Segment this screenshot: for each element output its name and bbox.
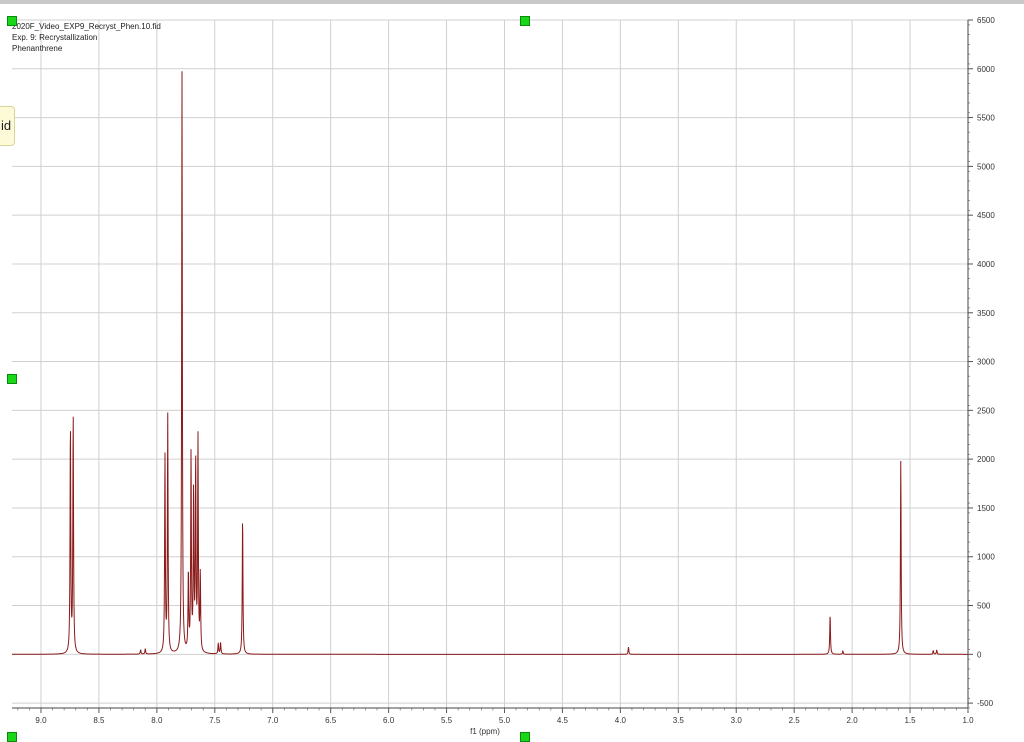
peak-point <box>197 441 198 442</box>
x-tick-label: 8.0 <box>151 716 163 725</box>
y-tick-label: 6500 <box>977 16 995 25</box>
x-tick-label: 9.0 <box>35 716 47 725</box>
x-tick-label: 4.5 <box>557 716 569 725</box>
x-tick-label: 2.0 <box>847 716 859 725</box>
x-tick-label: 8.5 <box>93 716 105 725</box>
y-tick-label: 1000 <box>977 553 995 562</box>
peak-point <box>181 72 182 73</box>
peak-point <box>200 577 201 578</box>
peak-point <box>218 643 219 644</box>
y-tick-label: 500 <box>977 602 991 611</box>
experiment-label: Exp. 9: Recrystallization <box>12 33 98 42</box>
peak-point <box>164 456 165 457</box>
peak-point <box>933 650 934 651</box>
x-tick-label: 3.0 <box>731 716 743 725</box>
x-tick-label: 1.5 <box>904 716 916 725</box>
x-tick-label: 3.5 <box>673 716 685 725</box>
x-tick-label: 5.5 <box>441 716 453 725</box>
x-axis-label: f1 (ppm) <box>470 727 500 736</box>
filename-label: 2020F_Video_EXP9_Recryst_Phen.10.fid <box>12 22 161 31</box>
y-tick-label: 2000 <box>977 455 995 464</box>
x-tick-label: 6.5 <box>325 716 337 725</box>
resize-handle-top-center[interactable] <box>520 16 530 26</box>
peak-point <box>830 614 831 615</box>
y-tick-label: -500 <box>977 699 994 708</box>
x-tick-label: 7.0 <box>267 716 279 725</box>
y-tick-label: 6000 <box>977 65 995 74</box>
y-tick-label: 5000 <box>977 162 995 171</box>
peak-point <box>242 515 243 516</box>
x-tick-label: 4.0 <box>615 716 627 725</box>
nmr-spectrum-plot: -500 0 500 1000 1500 2000 2500 3000 3500 4000 4500… <box>12 16 995 736</box>
side-panel-tab-label: id <box>1 118 12 133</box>
peak-point <box>70 424 71 425</box>
resize-handle-bottom-center[interactable] <box>520 732 530 742</box>
spectrum-trace <box>12 71 968 655</box>
spectrum-title-block: 2020F_Video_EXP9_Recryst_Phen.10.fid Exp… <box>12 21 161 54</box>
peak-point <box>220 642 221 643</box>
y-tick-label: 5500 <box>977 114 995 123</box>
peak-point <box>195 463 196 464</box>
x-tick-label: 1.0 <box>962 716 974 725</box>
y-tick-label: 4500 <box>977 211 995 220</box>
x-tick-label: 5.0 <box>499 716 511 725</box>
y-tick-label: 1500 <box>977 504 995 513</box>
peak-point <box>73 415 74 416</box>
y-tick-label: 0 <box>977 650 982 659</box>
peak-point <box>900 459 901 460</box>
x-tick-label: 6.0 <box>383 716 395 725</box>
resize-handle-middle-left[interactable] <box>7 374 17 384</box>
peak-point <box>145 648 146 649</box>
peak-point <box>140 649 141 650</box>
y-tick-label: 2500 <box>977 406 995 415</box>
resize-handle-bottom-left[interactable] <box>7 732 17 742</box>
peak-point <box>628 647 629 648</box>
y-tick-label: 4000 <box>977 260 995 269</box>
compound-label: Phenanthrene <box>12 44 63 53</box>
peak-point <box>936 649 937 650</box>
peak-point <box>188 574 189 575</box>
x-tick-label: 2.5 <box>789 716 801 725</box>
peak-point <box>191 457 192 458</box>
peak-point <box>842 650 843 651</box>
peak-point <box>167 417 168 418</box>
x-tick-label: 7.5 <box>209 716 221 725</box>
y-tick-label: 3000 <box>977 358 995 367</box>
side-panel-tab[interactable]: id <box>0 106 15 146</box>
resize-handle-top-left[interactable] <box>7 16 17 26</box>
peak-point <box>193 493 194 494</box>
y-tick-label: 3500 <box>977 309 995 318</box>
